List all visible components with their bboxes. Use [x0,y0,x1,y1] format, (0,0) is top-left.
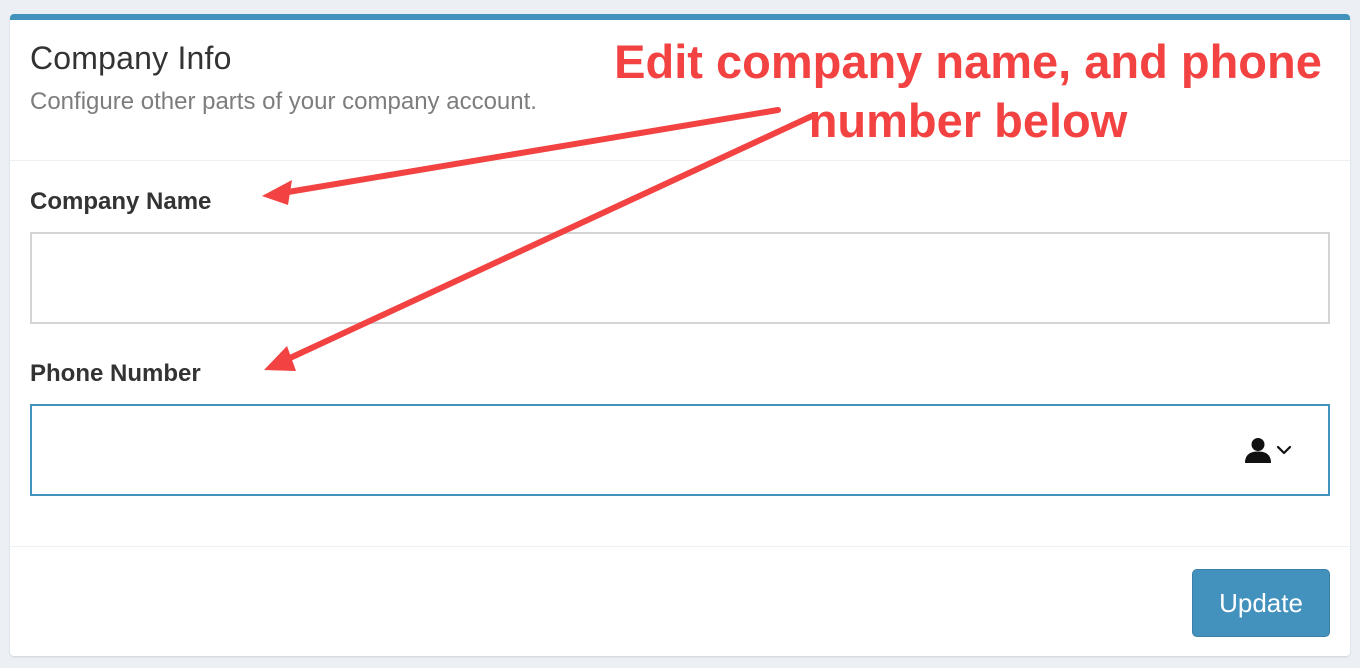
company-name-input[interactable] [30,232,1330,324]
annotation-line-2: number below [808,94,1128,147]
update-button[interactable]: Update [1192,569,1330,637]
page-title: Company Info [30,40,232,76]
annotation-callout: Edit company name, and phone number belo… [578,32,1358,150]
phone-number-label: Phone Number [30,360,201,387]
chevron-down-icon [1276,443,1292,461]
page-subtitle: Configure other parts of your company ac… [30,88,537,115]
card-footer: Update [10,546,1350,656]
contact-picker-button[interactable] [1244,437,1296,468]
phone-number-input[interactable] [30,404,1330,496]
annotation-line-1: Edit company name, and phone [614,35,1322,88]
company-name-label: Company Name [30,188,212,215]
person-icon [1244,437,1272,468]
